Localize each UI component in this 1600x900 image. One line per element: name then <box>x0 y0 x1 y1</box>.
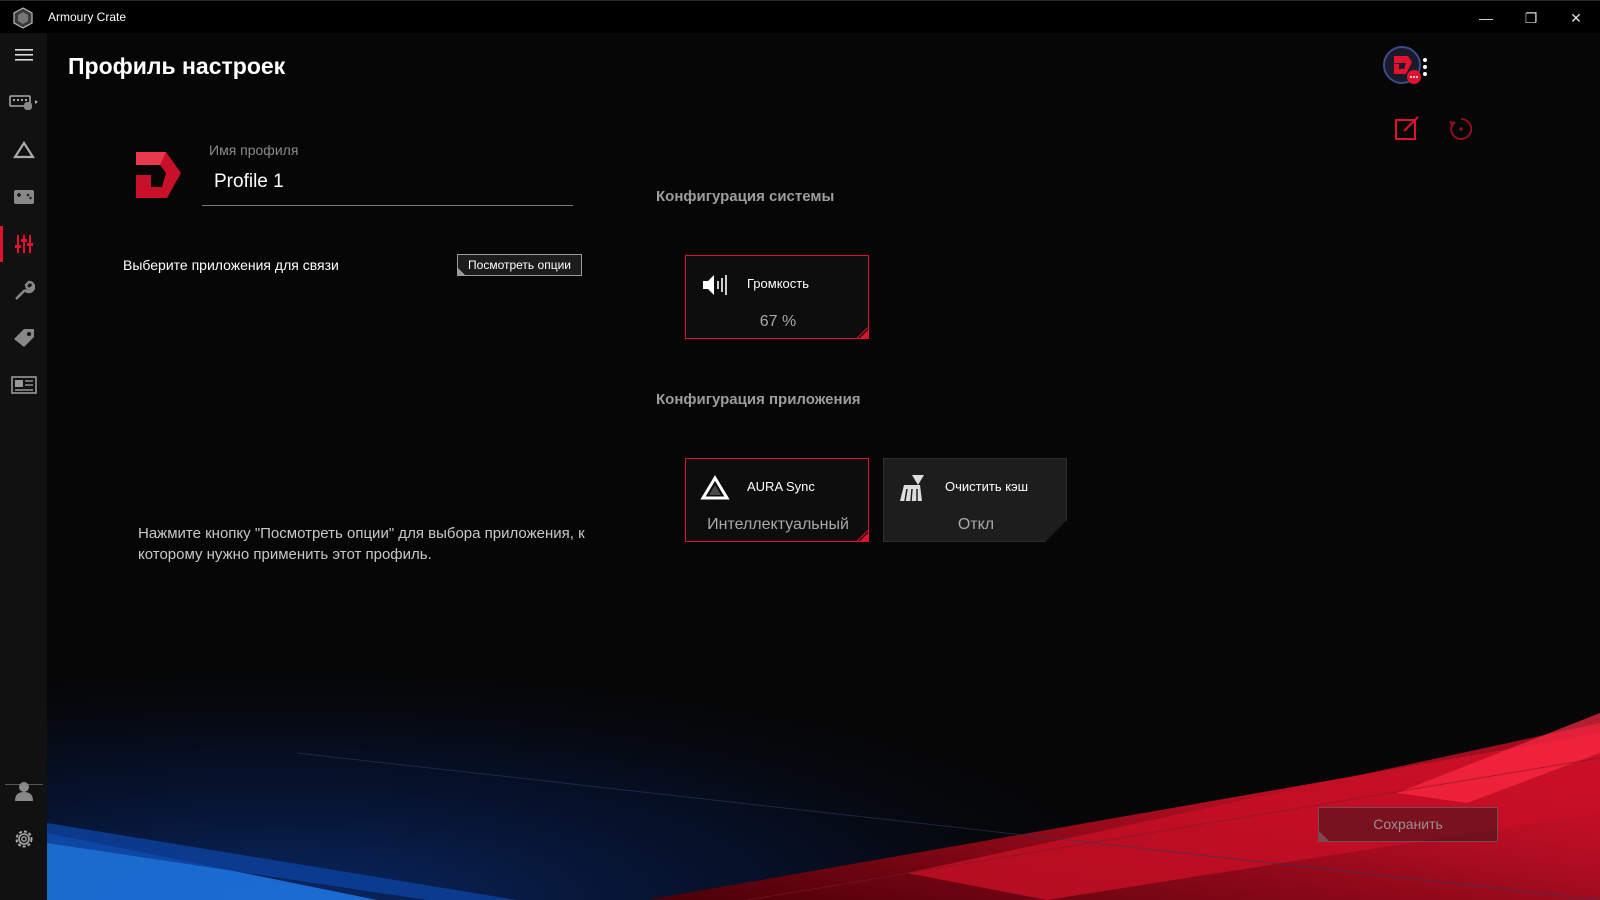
sidebar-item-gamevisual[interactable] <box>0 177 47 217</box>
sidebar-item-settings[interactable] <box>0 819 47 859</box>
sidebar-item-user[interactable] <box>0 771 47 811</box>
link-apps-label: Выберите приложения для связи <box>123 257 339 273</box>
armoury-crate-logo-icon <box>13 7 33 29</box>
page-title: Профиль настроек <box>68 53 286 79</box>
gamevisual-icon <box>13 190 34 204</box>
profile-name-input[interactable]: Profile 1 <box>214 171 284 193</box>
profile-name-underline <box>202 205 573 206</box>
more-options-icon[interactable] <box>1413 55 1437 79</box>
sidebar-item-scenario-profiles[interactable] <box>0 224 47 264</box>
maximize-button[interactable]: ❐ <box>1509 5 1553 31</box>
sidebar-item-news[interactable] <box>0 365 47 405</box>
volume-tile-value: 67 % <box>759 313 797 330</box>
system-config-title: Конфигурация системы <box>656 188 835 205</box>
sidebar-item-deals[interactable] <box>0 318 47 358</box>
wrench-icon <box>14 280 35 300</box>
aura-sync-tile-label: AURA Sync <box>747 479 815 494</box>
volume-tile[interactable]: Громкость 67 % <box>685 255 869 339</box>
profile-name-label: Имя профиля <box>209 142 299 158</box>
window-title: Armoury Crate <box>48 10 127 24</box>
app-config-title: Конфигурация приложения <box>656 391 861 408</box>
broom-icon <box>900 475 924 502</box>
news-icon <box>10 376 37 394</box>
tag-icon <box>13 329 34 347</box>
save-button[interactable]: Сохранить <box>1318 807 1498 842</box>
clear-cache-tile[interactable]: Очистить кэш Откл <box>883 458 1067 542</box>
menu-icon <box>14 49 33 61</box>
aura-icon <box>700 475 730 500</box>
scenario-profiles-icon <box>14 235 33 253</box>
view-options-button[interactable]: Посмотреть опции <box>457 254 582 276</box>
clear-cache-tile-label: Очистить кэш <box>945 479 1029 494</box>
main-content: Профиль настроек Имя профиля Profile 1 В… <box>47 33 1600 900</box>
volume-tile-label: Громкость <box>747 276 809 291</box>
title-bar: Armoury Crate — ❐ ✕ <box>0 0 1600 34</box>
sidebar-item-device[interactable] <box>0 82 47 122</box>
armoury-crate-window: Armoury Crate — ❐ ✕ Профиль настроек Имя… <box>0 0 1600 900</box>
edit-icon[interactable] <box>1394 115 1420 141</box>
aura-sync-tile-value: Интеллектуальный <box>707 516 849 533</box>
profile-logo-icon <box>136 152 181 198</box>
reset-icon[interactable] <box>1447 115 1475 143</box>
sidebar <box>0 33 47 900</box>
menu-button[interactable] <box>0 35 47 75</box>
gear-icon <box>15 830 32 848</box>
speaker-icon <box>703 275 727 295</box>
close-button[interactable]: ✕ <box>1554 5 1598 31</box>
aura-icon <box>12 141 35 159</box>
device-icon <box>8 95 38 110</box>
clear-cache-tile-value: Откл <box>957 516 995 533</box>
aura-sync-tile[interactable]: AURA Sync Интеллектуальный <box>685 458 869 542</box>
hint-text: Нажмите кнопку "Посмотреть опции" для вы… <box>138 525 585 563</box>
minimize-button[interactable]: — <box>1464 5 1508 31</box>
user-icon <box>14 782 33 801</box>
sidebar-item-aura[interactable] <box>0 130 47 170</box>
sidebar-item-tools[interactable] <box>0 271 47 311</box>
